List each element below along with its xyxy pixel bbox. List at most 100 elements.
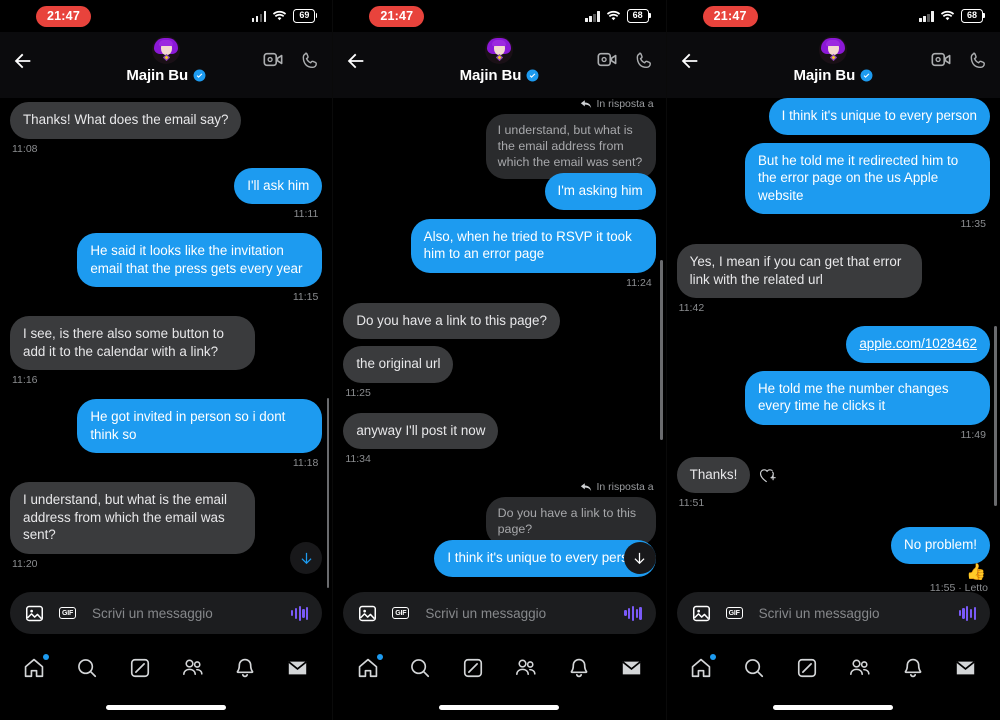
message-row[interactable]: He said it looks like the invitation ema… <box>10 233 323 303</box>
nav-item-home[interactable] <box>351 653 385 683</box>
avatar[interactable] <box>819 36 848 64</box>
message-bubble[interactable]: anyway I'll post it now <box>343 412 499 449</box>
message-bubble[interactable]: I understand, but what is the email addr… <box>10 482 255 554</box>
video-call-icon[interactable] <box>263 51 284 68</box>
message-bubble[interactable]: Thanks! <box>676 456 751 493</box>
nav-item-notifications[interactable] <box>228 653 262 683</box>
message-bubble[interactable]: But he told me it redirected him to the … <box>744 142 990 214</box>
phone-call-icon[interactable] <box>300 51 320 71</box>
voice-message-icon[interactable] <box>291 605 309 621</box>
voice-message-icon[interactable] <box>958 605 976 621</box>
bottom-navigation[interactable] <box>667 642 1000 694</box>
bottom-navigation[interactable] <box>333 642 665 694</box>
message-row[interactable]: I see, is there also some button to add … <box>10 316 322 386</box>
message-bubble[interactable]: Do you have a link to this page? <box>343 302 560 339</box>
message-bubble[interactable]: Thanks! What does the email say? <box>10 102 242 139</box>
quoted-message[interactable]: Do you have a link to this page? <box>485 497 656 546</box>
nav-item-search[interactable] <box>737 653 771 683</box>
message-bubble[interactable]: apple.com/1028462 <box>846 326 990 363</box>
nav-item-home[interactable] <box>17 653 51 683</box>
message-row[interactable]: Do you have a link to this page? <box>343 302 655 339</box>
quoted-message[interactable]: I understand, but what is the email addr… <box>485 114 656 179</box>
phone-screen-1: 21:47 69 Majin Bu Thanks! What does the … <box>0 0 334 720</box>
nav-item-messages[interactable] <box>281 653 315 683</box>
nav-item-compose[interactable] <box>790 653 824 683</box>
nav-item-communities[interactable] <box>176 653 210 683</box>
nav-item-messages[interactable] <box>614 653 648 683</box>
message-bubble[interactable]: Also, when he tried to RSVP it took him … <box>410 218 656 273</box>
message-bubble[interactable]: I'll ask him <box>234 167 323 204</box>
nav-item-home[interactable] <box>684 653 718 683</box>
message-bubble[interactable]: the original url <box>343 346 454 383</box>
message-bubble[interactable]: I think it's unique to every person <box>434 540 656 577</box>
message-row[interactable]: I'll ask him 11:11 <box>10 167 323 220</box>
message-row[interactable]: Thanks! What does the email say? 11:08 <box>10 102 322 155</box>
message-bubble[interactable]: He told me the number changes every time… <box>744 370 990 425</box>
message-row[interactable]: Thanks! 11:51 <box>676 456 990 509</box>
status-time: 21:47 <box>702 5 758 27</box>
message-row[interactable]: I understand, but what is the email addr… <box>10 482 322 570</box>
nav-item-communities[interactable] <box>509 653 543 683</box>
phone-call-icon[interactable] <box>634 51 654 71</box>
heart-plus-icon[interactable] <box>759 466 779 484</box>
gif-attach-icon[interactable]: GIF <box>57 603 78 624</box>
nav-item-search[interactable] <box>403 653 437 683</box>
image-attach-icon[interactable] <box>691 603 712 624</box>
message-row[interactable]: But he told me it redirected him to the … <box>677 142 990 230</box>
thread-scrollbar[interactable] <box>326 398 330 588</box>
message-bubble[interactable]: I see, is there also some button to add … <box>10 316 255 370</box>
message-thread[interactable]: I think it's unique to every person But … <box>667 98 1000 598</box>
message-row[interactable]: anyway I'll post it now 11:34 <box>343 412 655 465</box>
nav-item-compose[interactable] <box>123 653 157 683</box>
video-call-icon[interactable] <box>931 51 952 68</box>
message-composer[interactable]: GIF Scrivi un messaggio <box>10 592 323 634</box>
message-timestamp: 11:51 <box>678 497 705 509</box>
message-thread[interactable]: In risposta a I understand, but what is … <box>333 98 665 598</box>
message-row[interactable]: No problem! 👍 11:55 · Letto <box>677 527 990 594</box>
bottom-navigation[interactable] <box>0 642 332 694</box>
message-input[interactable]: Scrivi un messaggio <box>759 606 947 621</box>
message-bubble[interactable]: He got invited in person so i dont think… <box>77 399 323 453</box>
message-row[interactable]: I think it's unique to every person <box>677 98 990 135</box>
thread-scrollbar[interactable] <box>660 260 663 440</box>
video-call-icon[interactable] <box>597 51 618 68</box>
nav-item-notifications[interactable] <box>896 653 930 683</box>
nav-item-notifications[interactable] <box>562 653 596 683</box>
message-input[interactable]: Scrivi un messaggio <box>92 606 279 621</box>
message-row[interactable]: In risposta a I understand, but what is … <box>343 98 656 210</box>
message-row[interactable]: In risposta a Do you have a link to this… <box>343 481 656 577</box>
gif-attach-icon[interactable]: GIF <box>390 603 411 624</box>
voice-message-icon[interactable] <box>624 605 642 621</box>
message-row[interactable]: He told me the number changes every time… <box>677 370 990 441</box>
avatar[interactable] <box>485 36 514 64</box>
scroll-to-bottom-button[interactable] <box>623 542 656 574</box>
thumbs-up-reaction[interactable]: 👍 <box>966 564 986 580</box>
message-timestamp: 11:25 <box>345 386 371 399</box>
avatar[interactable] <box>152 36 181 64</box>
thread-scrollbar[interactable] <box>994 326 997 506</box>
message-link[interactable]: apple.com/1028462 <box>859 336 977 351</box>
message-bubble[interactable]: He said it looks like the invitation ema… <box>77 233 323 287</box>
message-row[interactable]: apple.com/1028462 <box>677 326 990 363</box>
message-bubble[interactable]: No problem! <box>891 527 990 564</box>
message-bubble[interactable]: I think it's unique to every person <box>768 98 990 135</box>
message-row[interactable]: He got invited in person so i dont think… <box>10 399 323 469</box>
nav-item-communities[interactable] <box>843 653 877 683</box>
message-bubble[interactable]: I'm asking him <box>544 173 656 210</box>
message-row[interactable]: Also, when he tried to RSVP it took him … <box>343 218 656 289</box>
message-row[interactable]: the original url 11:25 <box>343 346 655 399</box>
message-composer[interactable]: GIF Scrivi un messaggio <box>343 592 656 634</box>
message-input[interactable]: Scrivi un messaggio <box>425 606 612 621</box>
message-composer[interactable]: GIF Scrivi un messaggio <box>676 592 990 634</box>
message-bubble[interactable]: Yes, I mean if you can get that error li… <box>676 244 922 298</box>
nav-item-messages[interactable] <box>948 653 982 683</box>
image-attach-icon[interactable] <box>24 603 45 624</box>
nav-item-search[interactable] <box>70 653 104 683</box>
message-thread[interactable]: Thanks! What does the email say? 11:08 I… <box>0 98 332 598</box>
nav-item-compose[interactable] <box>456 653 490 683</box>
message-row[interactable]: Yes, I mean if you can get that error li… <box>676 244 990 314</box>
gif-attach-icon[interactable]: GIF <box>724 603 745 624</box>
phone-call-icon[interactable] <box>968 51 988 71</box>
message-timestamp: 11:16 <box>12 374 38 386</box>
image-attach-icon[interactable] <box>357 603 378 624</box>
